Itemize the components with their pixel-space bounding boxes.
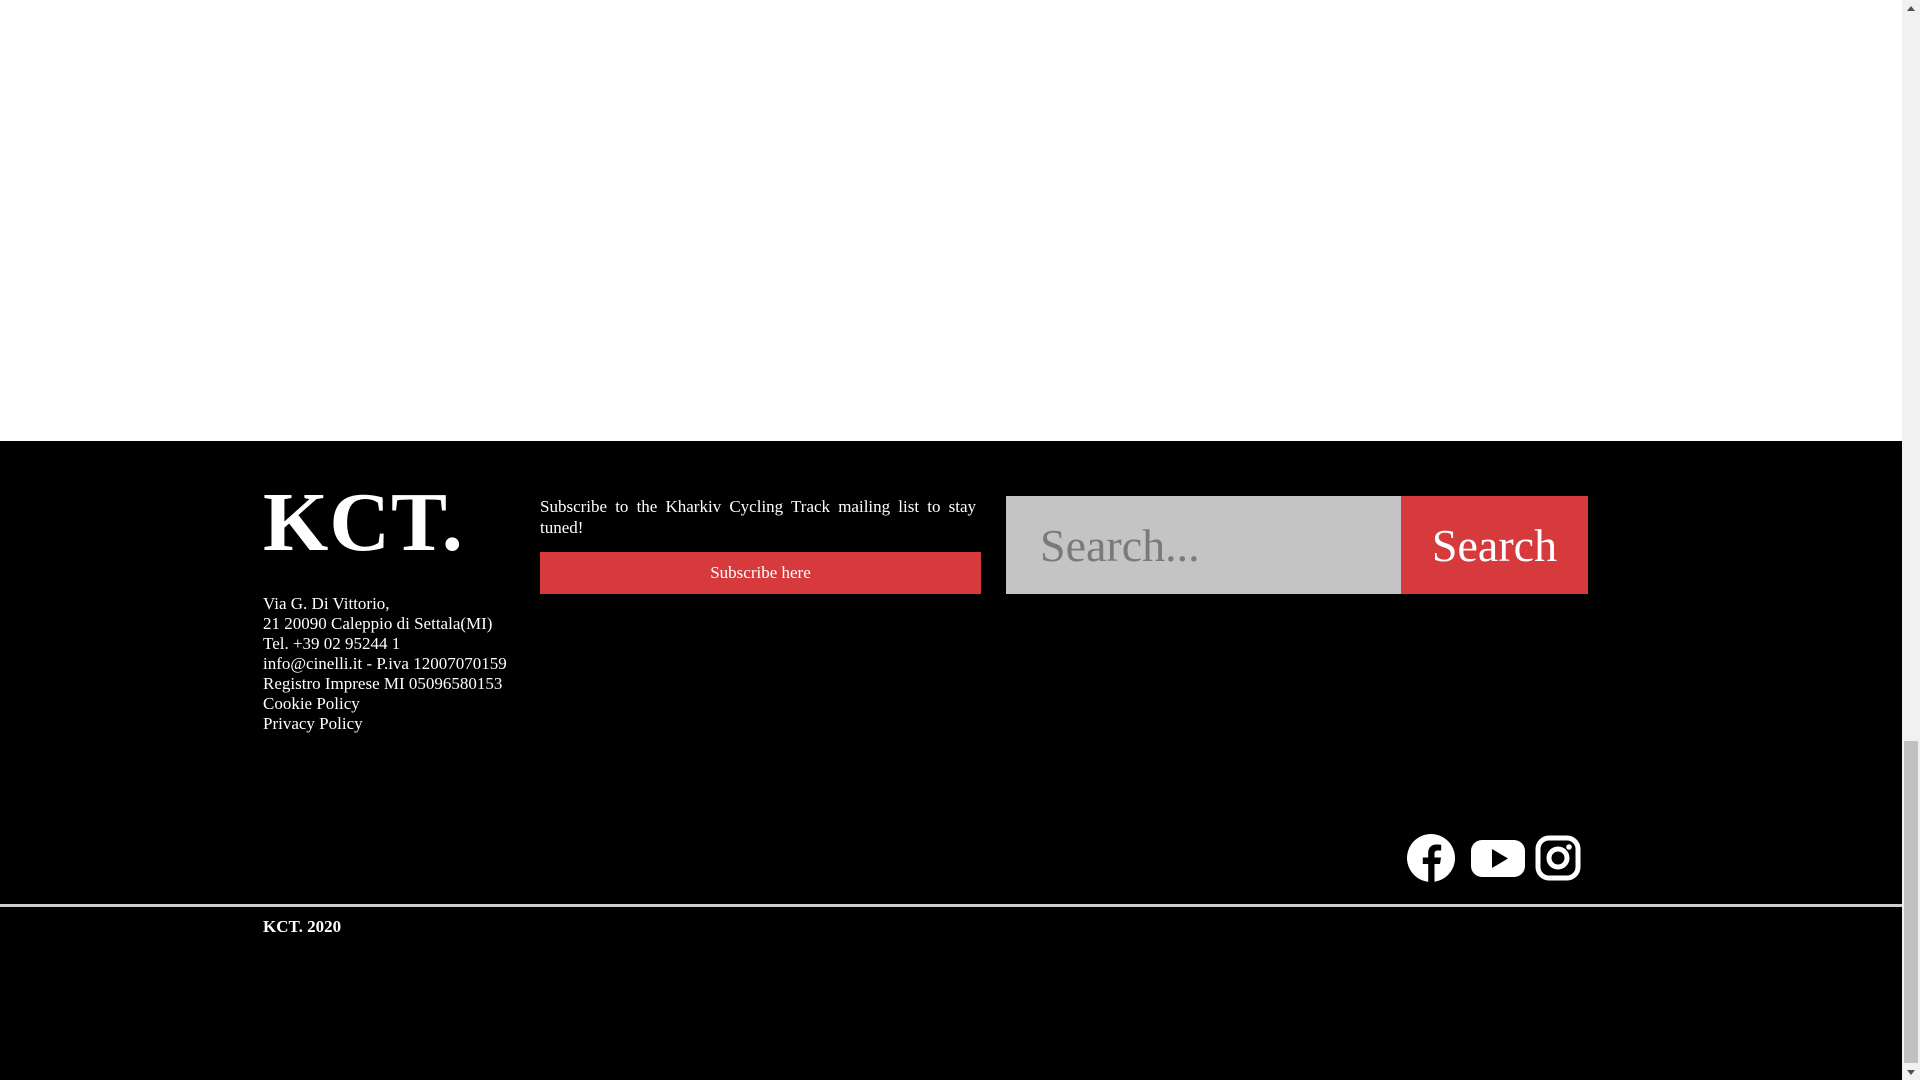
search-form: Search <box>1006 496 1588 594</box>
email-vat-line: info@cinelli.it - P.iva 12007070159 <box>263 654 507 673</box>
facebook-icon <box>1407 834 1455 883</box>
phone-line: Tel. +39 02 95244 1 <box>263 634 401 653</box>
subscribe-description: Subscribe to the Kharkiv Cycling Track m… <box>540 497 976 537</box>
subscribe-button[interactable]: Subscribe here <box>540 552 981 594</box>
cookie-policy-link[interactable]: Cookie Policy <box>263 694 360 713</box>
instagram-icon <box>1535 835 1581 881</box>
chevron-up-icon <box>1907 5 1915 11</box>
privacy-policy-link[interactable]: Privacy Policy <box>263 714 363 733</box>
chevron-down-icon <box>1907 1069 1915 1075</box>
youtube-link[interactable] <box>1470 833 1525 883</box>
instagram-link[interactable] <box>1534 833 1584 883</box>
scroll-up-arrow[interactable] <box>1902 0 1920 17</box>
address-line-street: Via G. Di Vittorio, <box>263 594 390 613</box>
facebook-link[interactable] <box>1406 833 1456 883</box>
scroll-down-arrow[interactable] <box>1902 1063 1920 1080</box>
address-line-city: 21 20090 Caleppio di Settala(MI) <box>263 614 493 633</box>
search-button[interactable]: Search <box>1401 496 1588 594</box>
contact-info: Via G. Di Vittorio, 21 20090 Caleppio di… <box>263 594 507 734</box>
site-footer: KCT. Via G. Di Vittorio, 21 20090 Calepp… <box>0 441 1902 1080</box>
scrollbar-thumb[interactable] <box>1904 741 1918 1063</box>
footer-logo: KCT. <box>263 476 464 569</box>
copyright-text: KCT. 2020 <box>263 917 342 936</box>
registry-line: Registro Imprese MI 05096580153 <box>263 674 503 693</box>
vertical-scrollbar[interactable] <box>1902 0 1920 1080</box>
search-input[interactable] <box>1006 496 1401 594</box>
footer-divider <box>0 904 1902 907</box>
social-links <box>1406 833 1584 883</box>
page: KCT. Via G. Di Vittorio, 21 20090 Calepp… <box>0 0 1920 1080</box>
youtube-icon <box>1471 840 1525 877</box>
content-area <box>0 0 1902 441</box>
